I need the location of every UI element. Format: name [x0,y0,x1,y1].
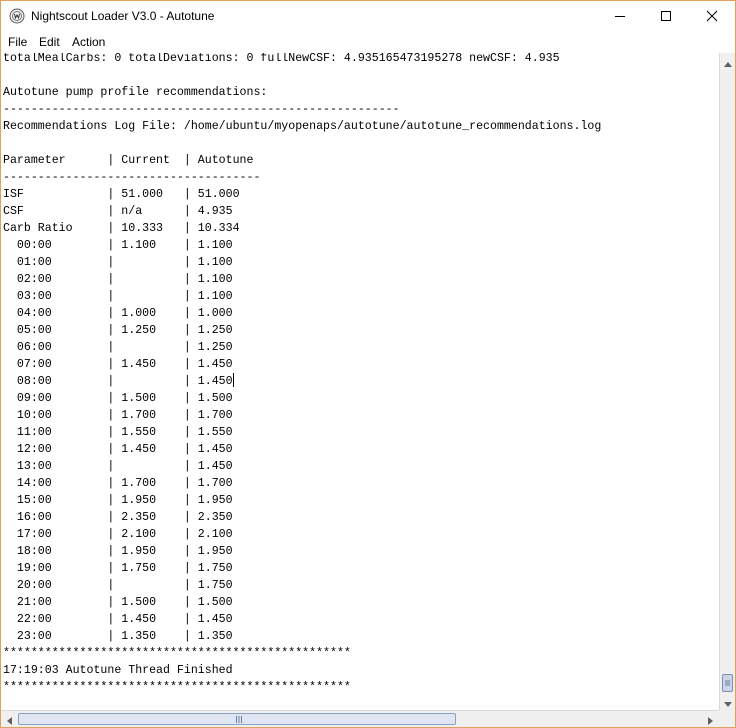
console-line: Carb Ratio | 10.333 | 10.334 [3,222,240,235]
console-line: 15:00 | 1.950 | 1.950 [3,494,233,507]
maximize-button[interactable] [643,1,689,32]
console-line: ----------------------------------------… [3,103,400,116]
scroll-left-button[interactable] [1,711,18,727]
scroll-up-arrow-icon [723,52,732,71]
console-line: 09:00 | 1.500 | 1.500 [3,392,233,405]
scroll-left-arrow-icon [7,710,12,728]
console-line: 12:00 | 1.450 | 1.450 [3,443,233,456]
maximize-icon [660,7,672,26]
console-line: 17:19:03 Autotune Thread Finished [3,664,233,677]
console-line: 19:00 | 1.750 | 1.750 [3,562,233,575]
horizontal-scrollbar[interactable] [1,710,719,727]
scroll-right-button[interactable] [702,711,719,727]
console-line: 22:00 | 1.450 | 1.450 [3,613,233,626]
console-line: 14:00 | 1.700 | 1.700 [3,477,233,490]
console-output[interactable]: totalMealCarbs: 0 totalDeviations: 0 ful… [1,53,719,710]
console-line: 18:00 | 1.950 | 1.950 [3,545,233,558]
app-window: Nightscout Loader V3.0 - Autotune File E… [0,0,736,728]
console-line: totalMealCarbs: 0 totalDeviations: 0 ful… [3,53,560,65]
console-line: CSF | n/a | 4.935 [3,205,233,218]
console-line: 11:00 | 1.550 | 1.550 [3,426,233,439]
console-line: ****************************************… [3,681,351,694]
scroll-down-arrow-icon [723,692,732,711]
menu-file[interactable]: File [8,35,27,49]
console-line: Recommendations Log File: /home/ubuntu/m… [3,120,602,133]
console-line: 04:00 | 1.000 | 1.000 [3,307,233,320]
close-icon [706,7,718,26]
menu-bar: File Edit Action [1,32,735,53]
console-line: 16:00 | 2.350 | 2.350 [3,511,233,524]
console-line: 00:00 | 1.100 | 1.100 [3,239,233,252]
console-line: 23:00 | 1.350 | 1.350 [3,630,233,643]
console-line: 10:00 | 1.700 | 1.700 [3,409,233,422]
console-line: 03:00 | | 1.100 [3,290,233,303]
title-bar[interactable]: Nightscout Loader V3.0 - Autotune [1,1,735,32]
vertical-scrollbar[interactable] [719,53,735,710]
console-line: ISF | 51.000 | 51.000 [3,188,240,201]
console-line: ------------------------------------- [3,171,261,184]
console-line: 06:00 | | 1.250 [3,341,233,354]
console-line: 20:00 | | 1.750 [3,579,233,592]
scroll-right-arrow-icon [708,710,713,728]
console-line: 17:00 | 2.100 | 2.100 [3,528,233,541]
window-title: Nightscout Loader V3.0 - Autotune [31,9,215,23]
horizontal-scroll-thumb[interactable] [18,713,456,725]
scroll-up-button[interactable] [720,53,735,70]
menu-action[interactable]: Action [72,35,105,49]
scrollbar-corner [719,710,735,727]
console-line: 05:00 | 1.250 | 1.250 [3,324,233,337]
minimize-button[interactable] [597,1,643,32]
scroll-down-button[interactable] [720,693,735,710]
minimize-icon [614,7,626,26]
console-line: 08:00 | | 1.450 [3,375,233,388]
text-caret [233,373,234,387]
vertical-scroll-thumb[interactable] [722,674,733,692]
console-line: Parameter | Current | Autotune [3,154,254,167]
menu-edit[interactable]: Edit [39,35,60,49]
console-line: 07:00 | 1.450 | 1.450 [3,358,233,371]
console-line: 02:00 | | 1.100 [3,273,233,286]
console-line: 13:00 | | 1.450 [3,460,233,473]
close-button[interactable] [689,1,735,32]
console-line: Autotune pump profile recommendations: [3,86,268,99]
console-line: 01:00 | | 1.100 [3,256,233,269]
console-line: ****************************************… [3,647,351,660]
nightscout-app-icon [9,8,25,24]
console-line: 21:00 | 1.500 | 1.500 [3,596,233,609]
